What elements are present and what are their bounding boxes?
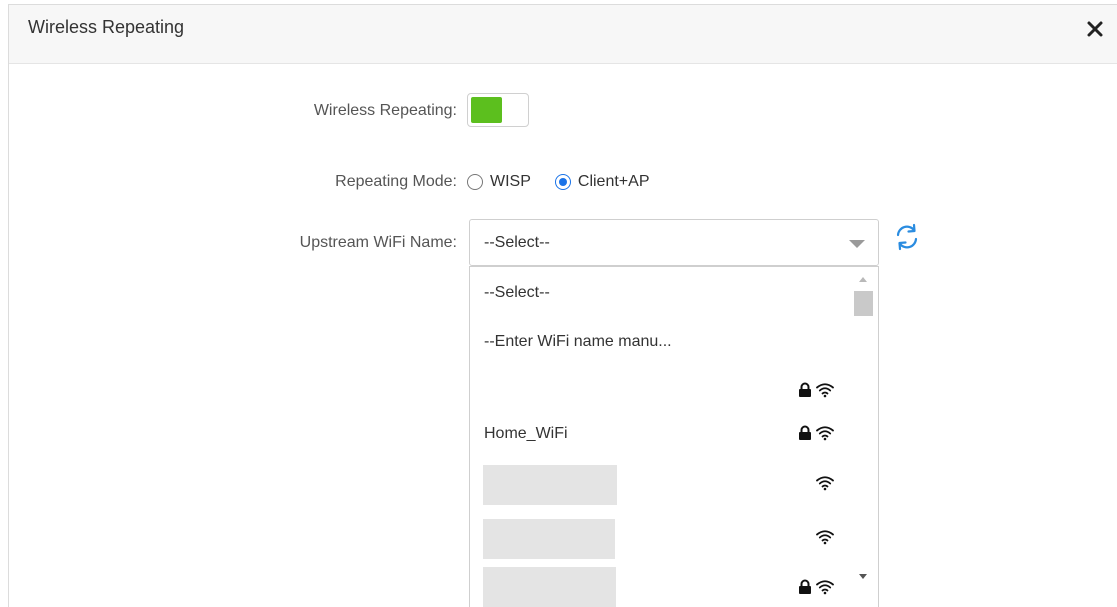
option-icons bbox=[798, 382, 834, 398]
option-label: Home_WiFi bbox=[484, 425, 568, 442]
refresh-icon[interactable] bbox=[892, 222, 922, 252]
wifi-network-option[interactable] bbox=[470, 567, 852, 607]
close-icon[interactable] bbox=[1083, 17, 1107, 41]
redacted-network-name bbox=[483, 465, 617, 505]
wireless-repeating-label: Wireless Repeating: bbox=[313, 102, 457, 119]
wifi-icon bbox=[816, 476, 834, 491]
chevron-down-icon[interactable] bbox=[849, 240, 865, 248]
wifi-network-option[interactable] bbox=[470, 519, 852, 559]
wifi-network-option[interactable] bbox=[470, 372, 852, 412]
lock-icon bbox=[799, 382, 811, 397]
repeating-mode-label: Repeating Mode: bbox=[335, 173, 457, 190]
option-icons bbox=[816, 475, 834, 491]
wifi-network-option[interactable]: Home_WiFi bbox=[470, 415, 852, 455]
radio-client-ap[interactable]: Client+AP bbox=[554, 173, 650, 191]
lock-icon bbox=[799, 579, 811, 594]
radio-client-ap-circle[interactable] bbox=[554, 174, 571, 190]
redacted-network-name bbox=[483, 519, 615, 559]
upstream-wifi-dropdown-list[interactable]: --Select-- --Enter WiFi name manu... Hom… bbox=[469, 266, 879, 607]
wireless-repeating-toggle[interactable] bbox=[467, 93, 529, 127]
scroll-up-arrow-icon[interactable] bbox=[859, 277, 867, 282]
repeating-mode-radio-group: WISP Client+AP bbox=[467, 170, 649, 194]
option-enter-wifi-manually[interactable]: --Enter WiFi name manu... bbox=[470, 323, 852, 363]
toggle-on-indicator bbox=[471, 97, 502, 123]
wifi-icon bbox=[816, 426, 834, 441]
option-icons bbox=[816, 529, 834, 545]
option-icons bbox=[798, 425, 834, 441]
lock-icon bbox=[799, 425, 811, 440]
wifi-icon bbox=[816, 383, 834, 398]
radio-wisp[interactable]: WISP bbox=[467, 173, 531, 191]
scrollbar-thumb[interactable] bbox=[854, 291, 873, 316]
upstream-wifi-selected-value: --Select-- bbox=[484, 234, 550, 251]
dialog-title: Wireless Repeating bbox=[28, 17, 185, 37]
radio-wisp-circle[interactable] bbox=[467, 174, 483, 190]
wifi-network-option[interactable] bbox=[470, 465, 852, 505]
dropdown-scrollbar[interactable] bbox=[851, 267, 878, 607]
wifi-icon bbox=[816, 580, 834, 595]
scroll-down-arrow-icon[interactable] bbox=[859, 574, 867, 579]
wifi-icon bbox=[816, 530, 834, 545]
option-select-placeholder[interactable]: --Select-- bbox=[470, 274, 852, 314]
option-label: --Select-- bbox=[484, 284, 550, 301]
upstream-wifi-select[interactable]: --Select-- bbox=[469, 219, 879, 266]
option-label: --Enter WiFi name manu... bbox=[484, 333, 672, 350]
radio-client-ap-label: Client+AP bbox=[577, 173, 650, 190]
dialog-header: Wireless Repeating bbox=[9, 5, 1117, 64]
option-icons bbox=[798, 579, 834, 595]
redacted-network-name bbox=[483, 567, 616, 607]
upstream-wifi-label: Upstream WiFi Name: bbox=[299, 234, 457, 251]
radio-wisp-label: WISP bbox=[490, 173, 531, 190]
